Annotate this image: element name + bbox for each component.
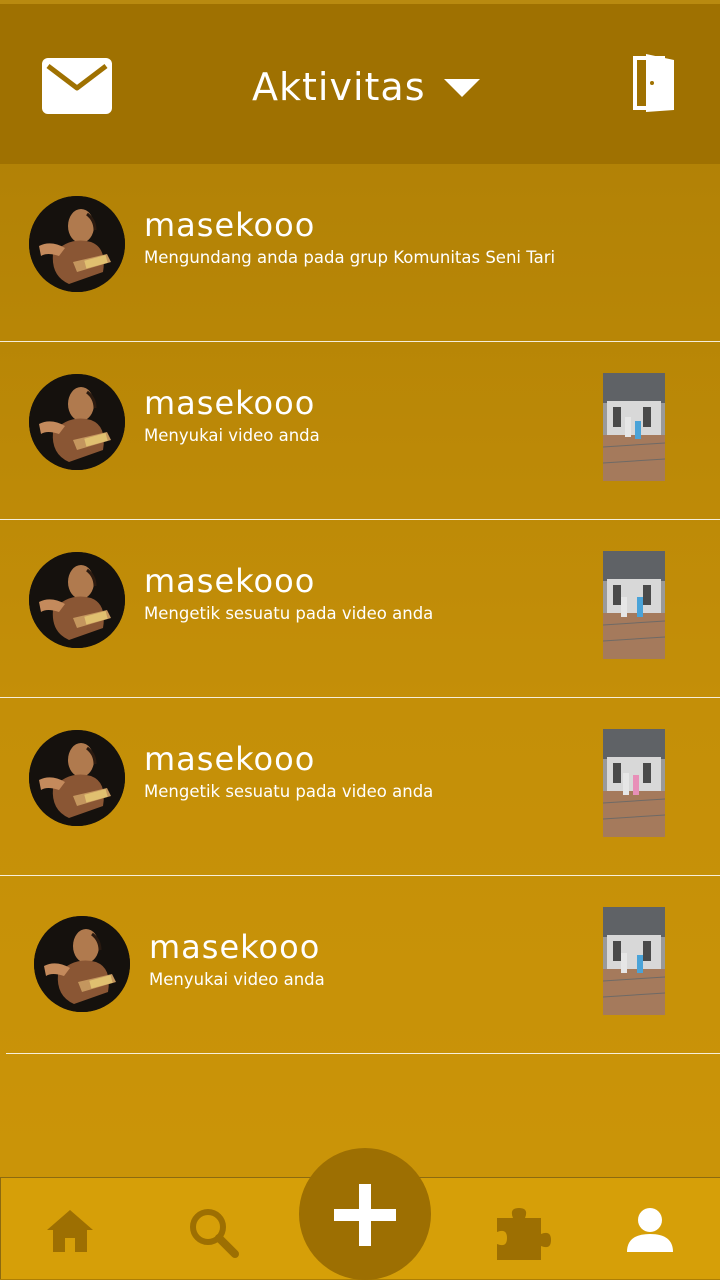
activity-dropdown[interactable]: Aktivitas [252,62,480,112]
activity-row[interactable]: masekooo Mengetik sesuatu pada video and… [0,698,720,876]
username[interactable]: masekooo [144,384,315,422]
username[interactable]: masekooo [144,206,315,244]
avatar[interactable] [29,730,125,826]
home-icon[interactable] [45,1208,95,1254]
activity-message: Menyukai video anda [149,970,325,989]
avatar[interactable] [34,916,130,1012]
activity-list: masekooo Mengundang anda pada grup Komun… [0,164,720,1054]
door-exit-icon[interactable] [632,52,676,114]
activity-row[interactable]: masekooo Mengetik sesuatu pada video and… [0,520,720,698]
search-icon[interactable] [187,1206,239,1258]
activity-message: Menyukai video anda [144,426,320,445]
activity-message: Mengetik sesuatu pada video anda [144,782,434,801]
avatar[interactable] [29,552,125,648]
puzzle-icon[interactable] [493,1204,557,1262]
activity-row[interactable]: masekooo Menyukai video anda [6,876,720,1054]
page-title: Aktivitas [252,65,426,109]
username[interactable]: masekooo [149,928,320,966]
top-bar: Aktivitas [0,0,720,164]
video-thumbnail[interactable] [603,373,665,481]
add-icon [334,1184,396,1246]
caret-down-icon [443,79,480,97]
add-button[interactable] [299,1148,431,1280]
profile-icon[interactable] [625,1206,675,1254]
avatar[interactable] [29,196,125,292]
activity-row[interactable]: masekooo Menyukai video anda [0,342,720,520]
mail-icon[interactable] [42,58,112,114]
activity-message: Mengetik sesuatu pada video anda [144,604,434,623]
video-thumbnail[interactable] [603,907,665,1015]
video-thumbnail[interactable] [603,551,665,659]
activity-row[interactable]: masekooo Mengundang anda pada grup Komun… [0,164,720,342]
username[interactable]: masekooo [144,740,315,778]
username[interactable]: masekooo [144,562,315,600]
activity-message: Mengundang anda pada grup Komunitas Seni… [144,248,556,267]
video-thumbnail[interactable] [603,729,665,837]
avatar[interactable] [29,374,125,470]
